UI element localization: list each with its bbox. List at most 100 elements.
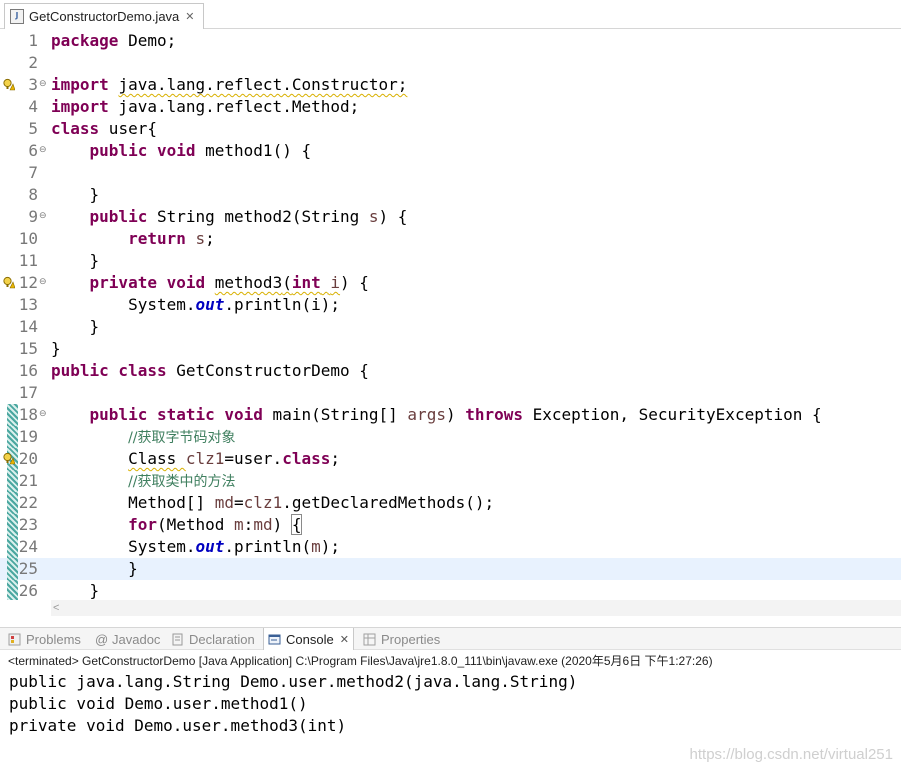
code-text: //获取类中的方法 bbox=[51, 470, 235, 493]
variable: md bbox=[253, 515, 273, 534]
line-number: 8 bbox=[28, 185, 38, 204]
code-text: //获取字节码对象 bbox=[51, 426, 235, 449]
line-number: 11 bbox=[18, 251, 38, 270]
keyword: import bbox=[51, 97, 109, 116]
keyword: for bbox=[128, 515, 157, 534]
code-line: 11 } bbox=[0, 250, 901, 272]
code-token: ; bbox=[330, 449, 340, 468]
code-line: 23 for(Method m:md) { bbox=[0, 514, 901, 536]
code-line: 26 } bbox=[0, 580, 901, 600]
code-token: .getDeclaredMethods(); bbox=[282, 493, 495, 512]
code-line: 12 ⊖ private void method3(int i) { bbox=[0, 272, 901, 294]
code-line: 1 package Demo; bbox=[0, 30, 901, 52]
line-number: 21 bbox=[18, 471, 38, 490]
code-text: return s; bbox=[51, 228, 215, 250]
code-line: 18 ⊖ public static void main(String[] ar… bbox=[0, 404, 901, 426]
code-token-warning: method3(int i bbox=[215, 273, 340, 292]
code-text: Method[] md=clz1.getDeclaredMethods(); bbox=[51, 492, 494, 514]
variable: md bbox=[214, 493, 235, 512]
code-token: main(String[] bbox=[262, 405, 408, 424]
code-token: = bbox=[234, 493, 244, 512]
code-line: 3 ⊖ import java.lang.reflect.Constructor… bbox=[0, 74, 901, 96]
variable: m bbox=[311, 537, 321, 556]
code-editor[interactable]: 1 package Demo; 2 3 ⊖ import java.lang.r… bbox=[0, 30, 901, 600]
code-text: import java.lang.reflect.Method; bbox=[51, 96, 359, 118]
code-text: } bbox=[51, 250, 100, 272]
tab-label: Properties bbox=[381, 631, 441, 647]
tab-label: Declaration bbox=[189, 631, 255, 647]
code-text: } bbox=[51, 338, 61, 360]
code-token: Demo; bbox=[118, 31, 177, 50]
console-output-line: public java.lang.String Demo.user.method… bbox=[9, 672, 578, 691]
tab-javadoc[interactable]: @ Javadoc bbox=[95, 628, 160, 650]
editor-tab-label: GetConstructorDemo.java bbox=[29, 9, 180, 24]
scroll-left-icon[interactable]: < bbox=[53, 600, 59, 616]
code-text: } bbox=[51, 316, 100, 338]
line-number: 16 bbox=[18, 361, 38, 380]
code-text: public static void main(String[] args) t… bbox=[51, 404, 822, 426]
variable: args bbox=[407, 405, 446, 424]
tab-properties[interactable]: Properties bbox=[363, 628, 440, 650]
code-line-current: 25 } bbox=[0, 558, 901, 580]
static-field: out bbox=[195, 295, 225, 314]
line-number: 19 bbox=[18, 427, 38, 446]
keyword: throws bbox=[465, 405, 524, 424]
variable: clz1 bbox=[185, 449, 225, 468]
code-token: } bbox=[89, 185, 100, 204]
tab-problems[interactable]: Problems bbox=[8, 628, 81, 650]
line-number: 24 bbox=[18, 537, 38, 556]
console-output-line: private void Demo.user.method3(int) bbox=[9, 716, 347, 735]
java-file-icon: J bbox=[10, 9, 24, 24]
keyword: public bbox=[89, 207, 148, 226]
code-line: 4 import java.lang.reflect.Method; bbox=[0, 96, 901, 118]
code-line: 17 bbox=[0, 382, 901, 404]
keyword: class bbox=[282, 449, 331, 468]
fold-collapse-icon[interactable]: ⊖ bbox=[39, 212, 47, 221]
line-number: 23 bbox=[18, 515, 38, 534]
code-token: ); bbox=[320, 537, 341, 556]
fold-collapse-icon[interactable]: ⊖ bbox=[39, 278, 47, 287]
code-line: 14 } bbox=[0, 316, 901, 338]
fold-collapse-icon[interactable]: ⊖ bbox=[39, 146, 47, 155]
tab-label: Console bbox=[286, 631, 334, 647]
code-text: } bbox=[51, 558, 138, 580]
variable: s bbox=[368, 207, 379, 226]
code-text: System.out.println(m); bbox=[51, 536, 340, 558]
code-token: ) { bbox=[378, 207, 408, 226]
tab-declaration[interactable]: Declaration bbox=[171, 628, 255, 650]
code-token: ) bbox=[272, 515, 292, 534]
editor-tab-getconstructordemo[interactable]: J GetConstructorDemo.java ✕ bbox=[4, 3, 204, 29]
line-number: 3 bbox=[28, 75, 38, 94]
console-status-line: <terminated> GetConstructorDemo [Java Ap… bbox=[8, 654, 713, 668]
keyword: private void bbox=[89, 273, 206, 292]
views-tab-bar: Problems @ Javadoc Declaration Console ✕… bbox=[0, 627, 901, 650]
eclipse-window: J GetConstructorDemo.java ✕ 1 package De… bbox=[0, 0, 901, 771]
line-number: 26 bbox=[18, 581, 38, 600]
tab-label: Javadoc bbox=[112, 631, 161, 647]
variable: i bbox=[330, 273, 341, 292]
close-icon[interactable]: ✕ bbox=[340, 633, 349, 646]
code-text: for(Method m:md) { bbox=[51, 514, 303, 536]
keyword: import bbox=[51, 75, 109, 94]
close-icon[interactable]: ✕ bbox=[185, 10, 194, 23]
keyword: package bbox=[51, 31, 119, 50]
fold-collapse-icon[interactable]: ⊖ bbox=[39, 80, 47, 89]
fold-collapse-icon[interactable]: ⊖ bbox=[39, 410, 47, 419]
code-text: public class GetConstructorDemo { bbox=[51, 360, 369, 382]
tab-label: Problems bbox=[26, 631, 81, 647]
code-line: 9 ⊖ public String method2(String s) { bbox=[0, 206, 901, 228]
code-token: System. bbox=[128, 295, 196, 314]
line-number: 18 bbox=[18, 405, 38, 424]
code-text: System.out.println(i); bbox=[51, 294, 340, 316]
code-line: 13 System.out.println(i); bbox=[0, 294, 901, 316]
code-token: GetConstructorDemo { bbox=[166, 361, 369, 380]
line-number: 5 bbox=[28, 119, 38, 138]
code-line: 19 //获取字节码对象 bbox=[0, 426, 901, 448]
code-token: java.lang.reflect.Method; bbox=[108, 97, 360, 116]
keyword: int bbox=[291, 273, 321, 292]
variable: s bbox=[185, 229, 206, 248]
tab-console[interactable]: Console ✕ bbox=[263, 628, 354, 650]
variable: m bbox=[234, 515, 244, 534]
horizontal-scrollbar[interactable]: < bbox=[51, 600, 901, 616]
code-token: ) bbox=[445, 405, 466, 424]
